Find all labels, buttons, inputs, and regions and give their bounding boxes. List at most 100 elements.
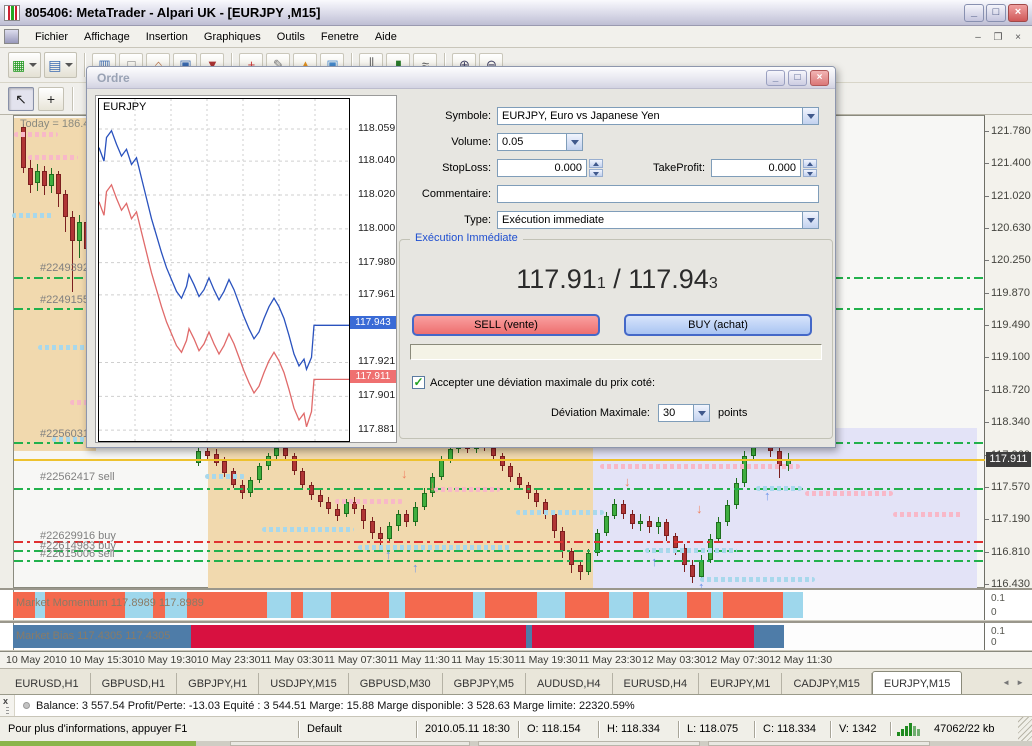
indicator-pane-2[interactable]: Market Bias 117.4305 117.43050.10 (0, 621, 1032, 651)
mdi-close-button[interactable]: × (1010, 30, 1026, 44)
signal-band (14, 132, 58, 137)
metatrader-logo-icon (4, 5, 20, 21)
tab-gbpjpy-m5[interactable]: GBPJPY,M5 (443, 673, 526, 694)
max-deviation-select[interactable]: 30 (658, 404, 710, 422)
menu-aide[interactable]: Aide (367, 28, 405, 46)
chart-tabs-bar: EURUSD,H1GBPUSD,H1GBPJPY,H1USDJPY,M15GBP… (0, 668, 1032, 694)
menu-items: FichierAffichageInsertionGraphiquesOutil… (27, 28, 405, 46)
takeprofit-spinner[interactable] (803, 159, 817, 177)
arrow-up-icon: ↑ (651, 556, 658, 568)
menu-outils[interactable]: Outils (269, 28, 313, 46)
candle (300, 471, 305, 485)
volume-select[interactable]: 0.05 (497, 133, 583, 151)
menu-fenetre[interactable]: Fenetre (313, 28, 367, 46)
indicator-pane-1[interactable]: Market Momentum 117.8989 117.89890.10 (0, 588, 1032, 621)
tab-eurjpy-m1[interactable]: EURJPY,M1 (699, 673, 782, 694)
takeprofit-input[interactable]: 0.000 (711, 159, 801, 177)
tab-audusd-h4[interactable]: AUDUSD,H4 (526, 673, 613, 694)
tab-cadjpy-m15[interactable]: CADJPY,M15 (782, 673, 871, 694)
indicator-segment (565, 592, 609, 618)
symbol-dropdown-icon[interactable] (802, 108, 818, 124)
terminal-grip-handle[interactable] (6, 707, 9, 715)
mdi-restore-button[interactable]: ❐ (990, 30, 1006, 44)
time-axis-label: 10 May 15:30 (70, 654, 134, 666)
tabs-scroll-left-icon[interactable]: ◄ (1000, 677, 1012, 688)
indicator-label: Market Momentum 117.8989 117.8989 (16, 597, 204, 609)
tab-gbpjpy-h1[interactable]: GBPJPY,H1 (177, 673, 259, 694)
candle (656, 522, 661, 527)
volume-dropdown-icon[interactable] (566, 134, 582, 150)
buy-button[interactable]: BUY (achat) (624, 314, 812, 336)
stoploss-spin-down-icon[interactable] (589, 169, 603, 178)
stoploss-spin-up-icon[interactable] (589, 159, 603, 168)
time-axis-label: 11 May 23:30 (578, 654, 641, 666)
candle (56, 174, 61, 194)
time-axis-label: 11 May 19:30 (515, 654, 578, 666)
candle (248, 480, 253, 494)
price-tick-label: 120.250 (991, 254, 1031, 266)
menu-graphiques[interactable]: Graphiques (196, 28, 269, 46)
close-button[interactable]: × (1008, 4, 1028, 22)
status-volume: V: 1342 (830, 721, 890, 738)
takeprofit-label: TakeProfit: (613, 159, 705, 177)
price-scale[interactable]: 121.780121.400121.020120.630120.250119.8… (985, 115, 1032, 588)
chart-profiles-button[interactable]: ▤ (44, 52, 77, 78)
maximize-button[interactable]: □ (986, 4, 1006, 22)
dialog-minimize-button[interactable]: _ (766, 70, 785, 86)
tabs-scroll-right-icon[interactable]: ► (1014, 677, 1026, 688)
terminal-strip: x Balance: 3 557.54 Profit/Perte: -13.03… (0, 694, 1032, 716)
order-progress-bar (410, 344, 822, 360)
cursor-tool-button[interactable]: ↖ (8, 87, 34, 111)
takeprofit-spin-down-icon[interactable] (803, 169, 817, 178)
crosshair-tool-button[interactable]: + (38, 87, 64, 111)
tab-gbpusd-m30[interactable]: GBPUSD,M30 (349, 673, 443, 694)
tab-eurusd-h1[interactable]: EURUSD,H1 (4, 673, 91, 694)
indicator-segment (291, 592, 303, 618)
stoploss-spinner[interactable] (589, 159, 603, 177)
order-type-dropdown-icon[interactable] (802, 212, 818, 228)
comment-input[interactable] (497, 185, 819, 203)
minimize-button[interactable]: _ (964, 4, 984, 22)
dialog-maximize-button[interactable]: □ (788, 70, 807, 86)
price-tick-label: 119.100 (991, 351, 1030, 363)
indicator-segment (754, 625, 784, 648)
sell-button[interactable]: SELL (vente) (412, 314, 600, 336)
terminal-close-button[interactable]: x (3, 696, 8, 706)
stoploss-input[interactable]: 0.000 (497, 159, 587, 177)
new-chart-dropdown-icon[interactable] (29, 63, 37, 67)
resize-grip[interactable] (1018, 717, 1032, 741)
time-axis-label: 10 May 23:30 (197, 654, 261, 666)
indicator-scale-bottom: 0 (991, 637, 1031, 648)
symbol-select[interactable]: EURJPY, Euro vs Japanese Yen (497, 107, 819, 125)
indicator-scale-top: 0.1 (991, 593, 1031, 604)
order-type-select[interactable]: Exécution immediate (497, 211, 819, 229)
chart-profiles-icon: ▤ (48, 57, 61, 74)
indicator-segment (633, 592, 649, 618)
tab-eurusd-h4[interactable]: EURUSD,H4 (613, 673, 700, 694)
tab-usdjpy-m15[interactable]: USDJPY,M15 (259, 673, 348, 694)
menu-affichage[interactable]: Affichage (76, 28, 138, 46)
price-tick-label: 121.020 (991, 190, 1031, 202)
chart-profiles-dropdown-icon[interactable] (65, 63, 73, 67)
bid-price: 117.91 (516, 264, 597, 294)
tab-gbpusd-h1[interactable]: GBPUSD,H1 (91, 673, 178, 694)
max-deviation-dropdown-icon[interactable] (693, 405, 709, 421)
takeprofit-spin-up-icon[interactable] (803, 159, 817, 168)
candle (422, 493, 427, 507)
candle (335, 509, 340, 516)
new-chart-button[interactable]: ▦ (8, 52, 41, 78)
tick-scale-label: 118.000 (358, 222, 395, 234)
dialog-close-button[interactable]: × (810, 70, 829, 86)
tick-scale-label: 117.921 (358, 355, 395, 367)
ask-price-pip: 3 (709, 275, 718, 292)
order-dialog-titlebar[interactable]: Ordre _ □ × (87, 67, 835, 89)
tab-eurjpy-m15[interactable]: EURJPY,M15 (872, 671, 962, 695)
menu-insertion[interactable]: Insertion (138, 28, 196, 46)
menu-fichier[interactable]: Fichier (27, 28, 76, 46)
status-profile[interactable]: Default (298, 721, 416, 738)
time-axis[interactable]: 10 May 201010 May 15:3010 May 19:3010 Ma… (0, 651, 1032, 668)
deviation-checkbox[interactable]: ✓ (412, 376, 425, 389)
bid-price-pip: 1 (597, 275, 606, 292)
mdi-minimize-button[interactable]: – (970, 30, 986, 44)
volume-label: Volume: (399, 133, 491, 151)
